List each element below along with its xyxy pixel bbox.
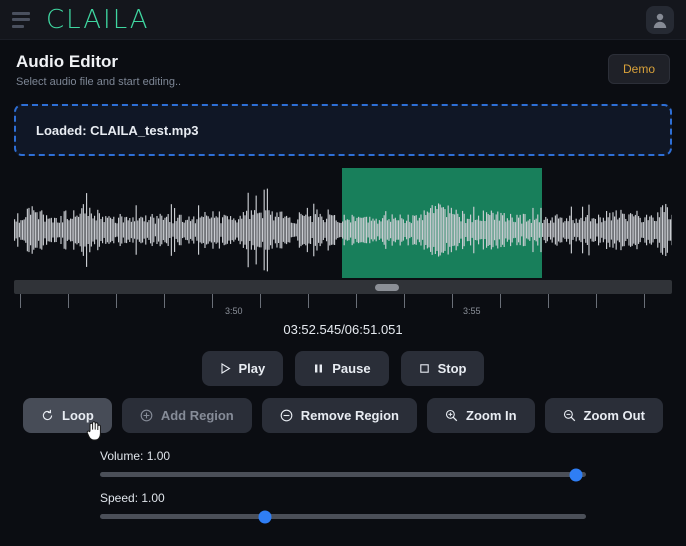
app-logo: CLAILA <box>46 4 150 35</box>
waveform-scrollbar[interactable] <box>14 280 672 294</box>
play-button-label: Play <box>238 361 266 376</box>
zoom-out-icon <box>563 409 576 422</box>
stop-icon <box>419 363 430 374</box>
zoom-out-button[interactable]: Zoom Out <box>544 398 663 433</box>
add-region-button-label: Add Region <box>160 408 234 423</box>
remove-region-button-label: Remove Region <box>300 408 399 423</box>
zoom-in-button[interactable]: Zoom In <box>427 398 535 433</box>
ruler-tick <box>404 294 405 308</box>
scrollbar-handle[interactable] <box>375 284 399 291</box>
ruler-tick <box>212 294 213 308</box>
ruler-tick-label: 3:50 <box>225 306 243 316</box>
plus-circle-icon <box>140 409 153 422</box>
volume-label: Volume: 1.00 <box>100 449 171 463</box>
speed-label: Speed: 1.00 <box>100 491 165 505</box>
volume-slider-thumb[interactable] <box>569 468 583 481</box>
page-subtitle: Select audio file and start editing.. <box>16 76 182 88</box>
ruler-tick <box>644 294 645 308</box>
zoom-in-button-label: Zoom In <box>466 408 517 423</box>
page-header: Audio Editor Select audio file and start… <box>0 40 686 94</box>
audio-editor-app: CLAILA Audio Editor Select audio file an… <box>0 0 686 546</box>
ruler-tick <box>548 294 549 308</box>
play-icon <box>220 363 231 374</box>
ruler-tick <box>356 294 357 308</box>
loop-button-label: Loop <box>62 408 94 423</box>
minus-circle-icon <box>280 409 293 422</box>
page-title: Audio Editor <box>16 52 118 71</box>
pause-icon <box>313 363 324 374</box>
ruler-tick <box>452 294 453 308</box>
stop-button-label: Stop <box>437 361 467 376</box>
timeline-ruler: 3:50 3:55 <box>14 294 672 320</box>
top-navigation-bar: CLAILA <box>0 0 686 40</box>
loop-icon <box>41 409 54 422</box>
ruler-tick <box>164 294 165 308</box>
ruler-tick <box>500 294 501 308</box>
demo-button[interactable]: Demo <box>607 54 670 84</box>
play-button[interactable]: Play <box>201 351 284 386</box>
user-avatar-icon[interactable] <box>646 5 674 34</box>
transport-controls: Play Pause Stop <box>0 351 686 386</box>
ruler-tick <box>68 294 69 308</box>
pause-button-label: Pause <box>332 361 371 376</box>
loaded-file-banner: Loaded: CLAILA_test.mp3 <box>14 104 672 156</box>
stop-button[interactable]: Stop <box>400 351 485 386</box>
ruler-tick <box>260 294 261 308</box>
ruler-tick-label: 3:55 <box>463 306 481 316</box>
waveform-display[interactable] <box>14 168 672 278</box>
ruler-tick <box>596 294 597 308</box>
hamburger-icon[interactable] <box>12 11 32 28</box>
ruler-tick <box>20 294 21 308</box>
loaded-file-label: Loaded: CLAILA_test.mp3 <box>36 122 199 138</box>
volume-slider-block: Volume: 1.00 <box>100 449 586 481</box>
playback-timestamp: 03:52.545/06:51.051 <box>283 322 403 337</box>
loop-button[interactable]: Loop <box>23 398 112 433</box>
pause-button[interactable]: Pause <box>295 351 389 386</box>
speed-slider-block: Speed: 1.00 <box>100 491 586 523</box>
waveform-area[interactable] <box>0 168 686 278</box>
speed-slider-thumb[interactable] <box>258 510 272 523</box>
zoom-in-icon <box>445 409 458 422</box>
zoom-out-button-label: Zoom Out <box>583 408 645 423</box>
ruler-tick <box>308 294 309 308</box>
remove-region-button[interactable]: Remove Region <box>261 398 417 433</box>
ruler-tick <box>116 294 117 308</box>
add-region-button[interactable]: Add Region <box>121 398 252 433</box>
speed-slider[interactable] <box>100 510 586 523</box>
tool-controls: Loop Add Region Remove Region Zoom In Zo… <box>0 398 686 433</box>
volume-slider[interactable] <box>100 468 586 481</box>
